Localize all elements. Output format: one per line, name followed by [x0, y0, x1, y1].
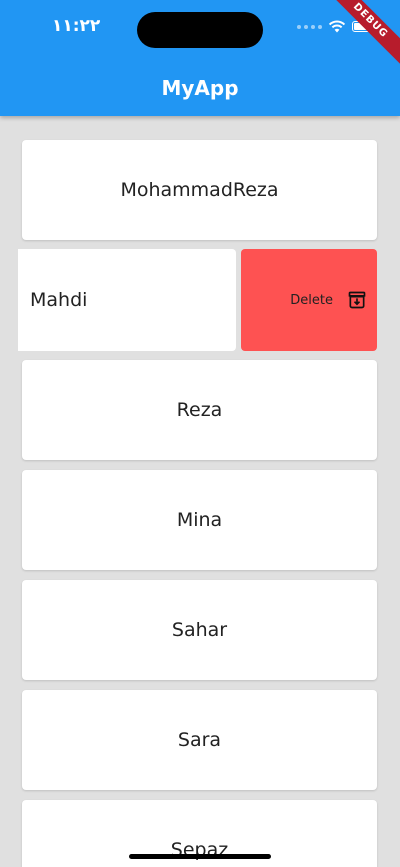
- status-time: ١١:٢٢: [52, 16, 101, 36]
- list-item[interactable]: Mahdi: [18, 249, 236, 351]
- home-indicator: [129, 854, 271, 859]
- dismissible-list-item[interactable]: Mahdi Delete: [18, 249, 377, 351]
- dynamic-island: [137, 12, 263, 48]
- wifi-icon: [328, 20, 346, 33]
- list-item[interactable]: Sahar: [22, 580, 377, 680]
- list-item[interactable]: Reza: [22, 360, 377, 460]
- list-item[interactable]: Sara: [22, 690, 377, 790]
- list-item[interactable]: MohammadReza: [22, 140, 377, 240]
- list-item[interactable]: Mina: [22, 470, 377, 570]
- delete-label: Delete: [290, 292, 333, 308]
- page-title: MyApp: [161, 76, 239, 100]
- app-bar: ١١:٢٢ MyApp: [0, 0, 400, 116]
- archive-icon: [348, 291, 366, 309]
- delete-action[interactable]: Delete: [241, 249, 377, 351]
- signal-icon: [297, 24, 322, 29]
- names-list[interactable]: MohammadReza Mahdi Delete Reza Mina Saha…: [0, 116, 400, 867]
